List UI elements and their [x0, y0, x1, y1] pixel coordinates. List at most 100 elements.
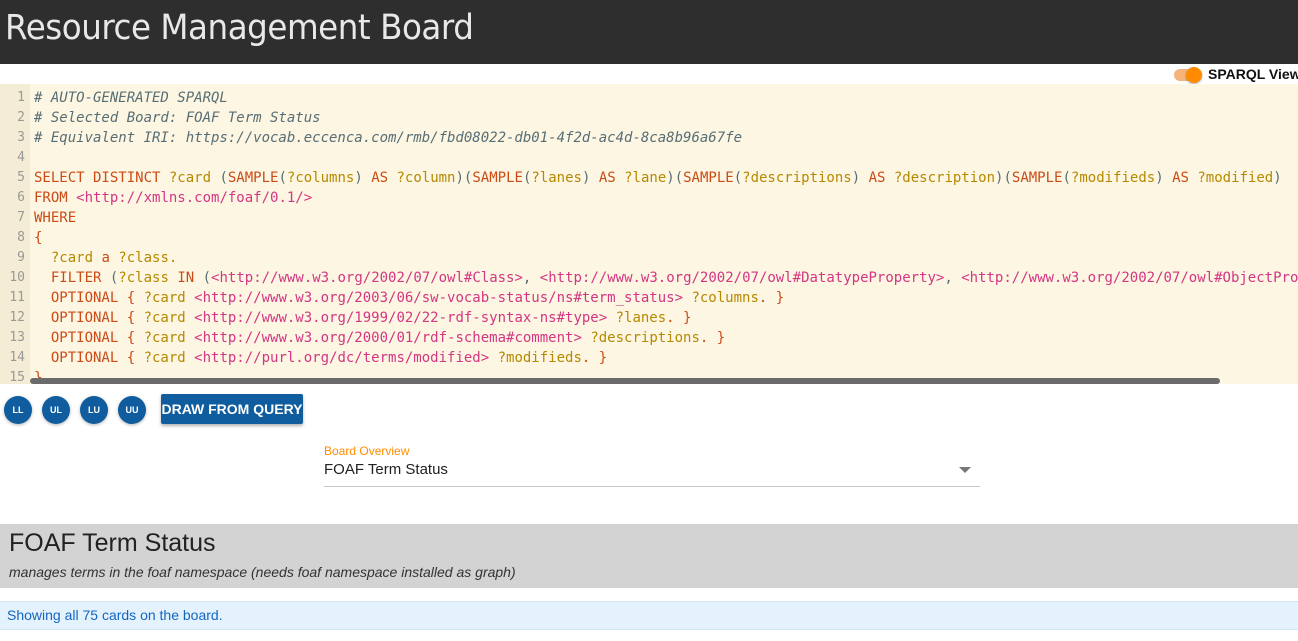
- code-token: # AUTO-GENERATED SPARQL: [34, 90, 228, 106]
- line-number: 5: [17, 170, 25, 185]
- code-token: AS: [371, 170, 397, 186]
- code-token: . }: [581, 350, 608, 366]
- code-line[interactable]: 5 SELECT DISTINCT ?card (SAMPLE(?columns)…: [0, 168, 1298, 188]
- code-text[interactable]: OPTIONAL { ?card <http://purl.org/dc/ter…: [34, 348, 607, 368]
- code-token: (: [202, 270, 212, 286]
- code-token: (: [219, 170, 228, 186]
- code-token: <http://xmlns.com/foaf/0.1/>: [76, 190, 313, 206]
- code-token: (: [1062, 170, 1071, 186]
- code-text[interactable]: FROM <http://xmlns.com/foaf/0.1/>: [34, 188, 312, 208]
- board-title: FOAF Term Status: [9, 529, 216, 557]
- code-text[interactable]: OPTIONAL { ?card <http://www.w3.org/1999…: [34, 308, 692, 328]
- code-text[interactable]: FILTER (?class IN (<http://www.w3.org/20…: [34, 268, 1298, 288]
- code-token: WHERE: [34, 210, 77, 226]
- code-text[interactable]: SELECT DISTINCT ?card (SAMPLE(?columns) …: [34, 168, 1282, 188]
- code-token: ?descriptions: [742, 170, 852, 186]
- code-token: a: [101, 250, 119, 266]
- code-token: {: [34, 230, 43, 246]
- line-number: 7: [17, 210, 25, 225]
- line-number: 14: [9, 350, 25, 365]
- code-text[interactable]: {: [34, 228, 42, 248]
- code-token: ?lanes: [615, 310, 667, 326]
- layout-ul-button[interactable]: UL: [42, 396, 70, 424]
- line-number: 12: [9, 310, 25, 325]
- code-token: AS: [598, 170, 625, 186]
- code-token: <http://www.w3.org/2002/07/owl#Class>: [211, 270, 523, 286]
- code-line[interactable]: 9 ?card a ?class.: [0, 248, 1298, 268]
- code-token: <http://www.w3.org/2002/07/owl#ObjectPro…: [961, 270, 1298, 286]
- board-select[interactable]: FOAF Term Status: [324, 461, 448, 478]
- code-token: ?column: [396, 170, 456, 186]
- line-number: 13: [9, 330, 25, 345]
- code-token: SELECT DISTINCT: [34, 170, 169, 186]
- code-token: ): [851, 170, 869, 186]
- status-text: Showing all 75 cards on the board.: [7, 607, 223, 623]
- code-token: ?lane: [624, 170, 667, 186]
- code-area[interactable]: 1 # AUTO-GENERATED SPARQL 2 # Selected Boar…: [0, 88, 1298, 384]
- code-token: . }: [666, 310, 692, 326]
- code-token: ?modifieds: [1070, 170, 1156, 186]
- line-number: 1: [17, 90, 25, 105]
- code-token: # Equivalent IRI: https://vocab.eccenca.…: [34, 130, 743, 146]
- code-token: FROM: [34, 190, 77, 206]
- code-line[interactable]: 7 WHERE: [0, 208, 1298, 228]
- code-token: AS: [868, 170, 894, 186]
- code-token: # Selected Board: FOAF Term Status: [34, 110, 321, 126]
- draw-from-query-button[interactable]: DRAW FROM QUERY: [161, 394, 303, 424]
- code-line[interactable]: 14 OPTIONAL { ?card <http://purl.org/dc/…: [0, 348, 1298, 368]
- line-number: 11: [9, 290, 25, 305]
- code-token: AS: [1172, 170, 1198, 186]
- code-line[interactable]: 6 FROM <http://xmlns.com/foaf/0.1/>: [0, 188, 1298, 208]
- layout-uu-button[interactable]: UU: [118, 396, 146, 424]
- code-token: FILTER: [34, 270, 110, 286]
- code-token: ?card: [34, 250, 102, 266]
- code-token: ): [1273, 170, 1282, 186]
- code-token: ): [1155, 170, 1173, 186]
- code-line[interactable]: 10 FILTER (?class IN (<http://www.w3.org…: [0, 268, 1298, 288]
- line-number: 15: [9, 370, 25, 384]
- code-text[interactable]: # AUTO-GENERATED SPARQL: [34, 88, 228, 108]
- code-line[interactable]: 8{: [0, 228, 1298, 248]
- code-token: ?card: [143, 330, 195, 346]
- code-text[interactable]: OPTIONAL { ?card <http://www.w3.org/2000…: [34, 328, 725, 348]
- code-token: IN: [177, 270, 203, 286]
- code-text[interactable]: WHERE: [34, 208, 76, 228]
- code-line[interactable]: 13 OPTIONAL { ?card <http://www.w3.org/2…: [0, 328, 1298, 348]
- code-token: <http://www.w3.org/1999/02/22-rdf-syntax…: [194, 310, 616, 326]
- code-token: )(: [995, 170, 1012, 186]
- sparql-view-label[interactable]: SPARQL View: [1208, 66, 1298, 82]
- code-text[interactable]: OPTIONAL { ?card <http://www.w3.org/2003…: [34, 288, 784, 308]
- code-token: SAMPLE: [472, 170, 523, 186]
- code-text[interactable]: # Selected Board: FOAF Term Status: [34, 108, 321, 128]
- code-line[interactable]: 3 # Equivalent IRI: https://vocab.eccenca…: [0, 128, 1298, 148]
- board-select-label: Board Overview: [324, 444, 410, 458]
- code-token: <http://purl.org/dc/terms/modified>: [194, 350, 498, 366]
- code-token: ?columns: [691, 290, 759, 306]
- code-token: ?card: [143, 290, 195, 306]
- code-token: )(: [455, 170, 473, 186]
- code-token: . }: [699, 330, 726, 346]
- code-token: ): [581, 170, 599, 186]
- code-token: <http://www.w3.org/2000/01/rdf-schema#co…: [194, 330, 591, 346]
- line-number: 2: [17, 110, 25, 125]
- sparql-view-toggle-knob[interactable]: [1186, 67, 1202, 83]
- layout-ll-button[interactable]: LL: [4, 396, 32, 424]
- code-token: ?lanes: [531, 170, 582, 186]
- code-line[interactable]: 4: [0, 148, 1298, 168]
- code-line[interactable]: 1 # AUTO-GENERATED SPARQL: [0, 88, 1298, 108]
- chevron-down-icon[interactable]: [959, 467, 971, 473]
- code-token: SAMPLE: [1011, 170, 1063, 186]
- code-token: ?class.: [118, 250, 178, 266]
- code-text[interactable]: ?card a ?class.: [34, 248, 177, 268]
- layout-lu-button[interactable]: LU: [80, 396, 108, 424]
- code-line[interactable]: 11 OPTIONAL { ?card <http://www.w3.org/2…: [0, 288, 1298, 308]
- horizontal-scrollbar[interactable]: [30, 378, 1220, 384]
- code-text[interactable]: # Equivalent IRI: https://vocab.eccenca.…: [34, 128, 742, 148]
- app-header: Resource Management Board: [0, 0, 1298, 64]
- code-line[interactable]: 12 OPTIONAL { ?card <http://www.w3.org/1…: [0, 308, 1298, 328]
- code-token: SAMPLE: [683, 170, 734, 186]
- sparql-editor[interactable]: 1 # AUTO-GENERATED SPARQL 2 # Selected Boar…: [0, 84, 1298, 384]
- line-number: 6: [17, 190, 25, 205]
- line-number: 10: [9, 270, 25, 285]
- code-line[interactable]: 2 # Selected Board: FOAF Term Status: [0, 108, 1298, 128]
